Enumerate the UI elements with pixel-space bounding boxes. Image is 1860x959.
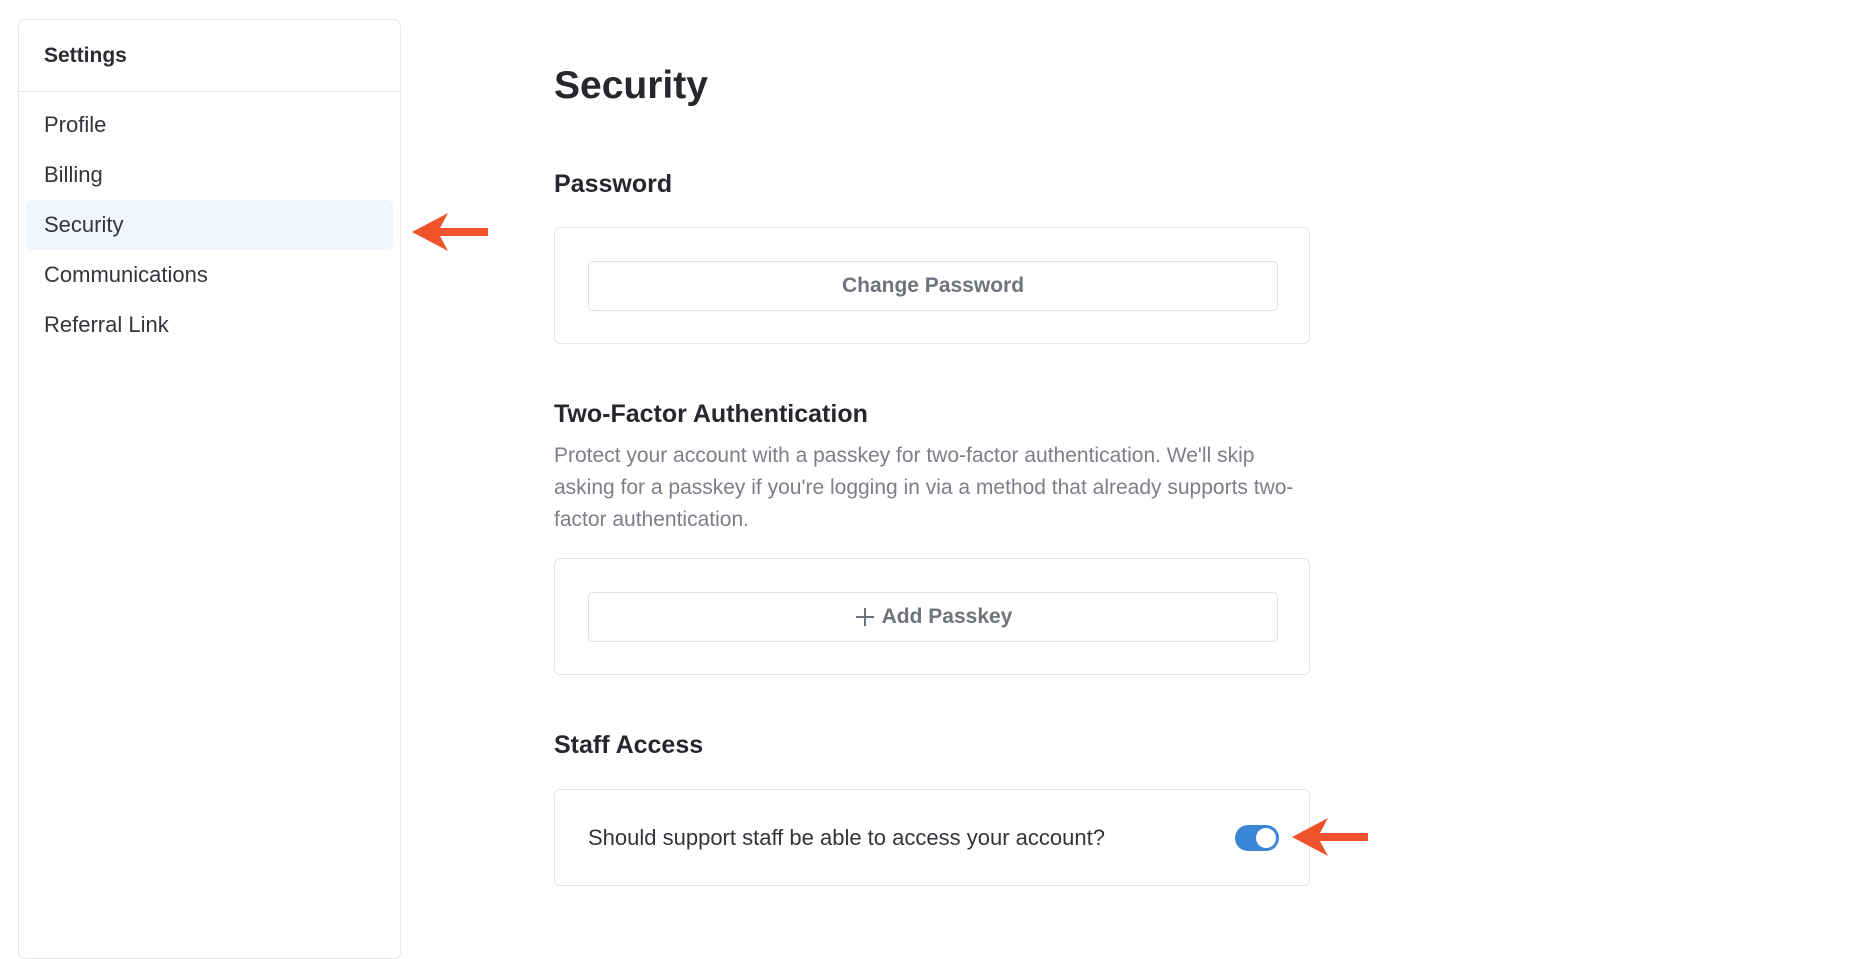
sidebar-item-label: Referral Link [44,312,169,337]
add-passkey-button[interactable]: Add Passkey [588,592,1278,642]
sidebar-item-billing[interactable]: Billing [26,150,393,200]
staff-access-section-title: Staff Access [554,731,704,759]
two-factor-description: Protect your account with a passkey for … [554,444,1294,531]
button-label: Change Password [841,274,1025,297]
staff-access-toggle[interactable] [1235,825,1279,851]
sidebar-item-label: Billing [44,162,103,187]
sidebar-item-referral-link[interactable]: Referral Link [26,300,393,350]
change-password-button[interactable]: Change Password [588,261,1278,311]
two-factor-section-title: Two-Factor Authentication [554,400,868,428]
page-title: Security [554,64,708,107]
sidebar-item-security[interactable]: Security [26,200,393,250]
sidebar-nav: Profile Billing Security Communications … [19,92,400,350]
sidebar-item-label: Security [44,212,124,237]
annotation-arrow-icon [412,213,488,251]
staff-access-card: Should support staff be able to access y… [554,789,1310,886]
sidebar-item-label: Profile [44,112,107,137]
password-card: Change Password [554,227,1310,344]
sidebar-item-profile[interactable]: Profile [26,100,393,150]
toggle-knob [1256,828,1276,848]
sidebar-item-communications[interactable]: Communications [26,250,393,300]
sidebar-title: Settings [19,20,400,92]
staff-access-question: Should support staff be able to access y… [588,825,1105,850]
password-section-title: Password [554,170,673,198]
button-label: Add Passkey [881,605,1013,628]
passkey-card: Add Passkey [554,558,1310,675]
annotation-arrow-icon [1292,818,1368,856]
settings-sidebar: Settings Profile Billing Security Commun… [18,19,401,959]
sidebar-item-label: Communications [44,262,208,287]
plus-icon [855,608,874,626]
